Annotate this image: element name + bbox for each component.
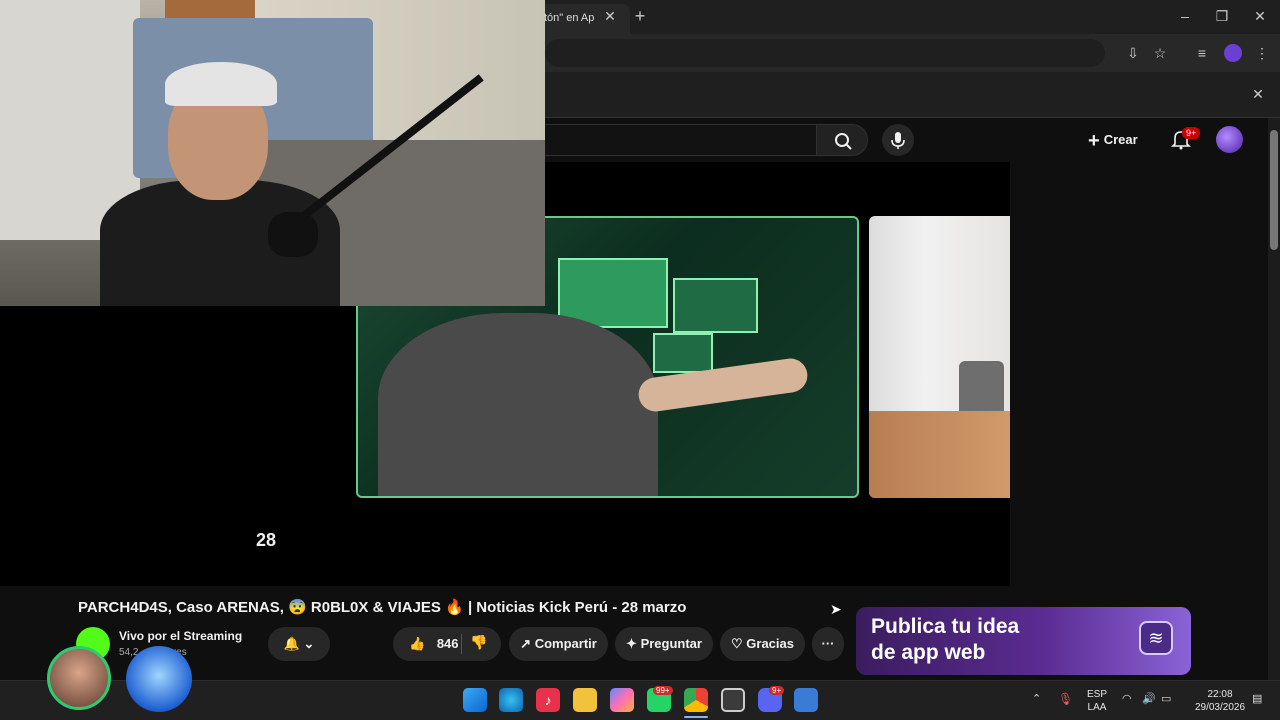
edge-icon[interactable] [499, 688, 523, 712]
ad-line-2: de app web [871, 641, 986, 664]
ask-label: Preguntar [640, 636, 702, 651]
like-count: 846 [436, 636, 459, 651]
streamer-photo-avatar [47, 646, 111, 710]
like-divider [461, 634, 462, 654]
language-code: ESP [1086, 689, 1107, 700]
thumbs-down-icon: 👎 [470, 634, 488, 650]
dislike-button[interactable]: 👎 [470, 634, 487, 651]
video-title: PARCH4D4S, Caso ARENAS, 😨 R0BL0X & VIAJE… [78, 599, 687, 616]
streamer-blue-avatar [126, 646, 192, 712]
person-figure [378, 313, 658, 496]
subscribe-bell-button[interactable]: 🔔 ⌄ [268, 627, 330, 661]
clock[interactable]: 22:08 29/03/2026 [1188, 688, 1252, 714]
channel-name[interactable]: Vivo por el Streaming [119, 629, 242, 643]
screen-graphic [653, 333, 713, 373]
address-bar[interactable] [545, 39, 1105, 67]
tray-chevron-up-icon[interactable]: ⌃ [1032, 692, 1041, 705]
create-label: Crear [1103, 132, 1138, 147]
microphone-figure [268, 212, 318, 257]
share-label: Compartir [534, 636, 597, 651]
minimize-button[interactable]: – [1175, 6, 1195, 26]
clock-date: 29/03/2026 [1194, 702, 1246, 713]
music-app-icon[interactable]: ♪ [536, 688, 560, 712]
infobar-close-icon[interactable]: ✕ [1248, 84, 1268, 104]
install-app-icon[interactable]: ⇩ [1123, 43, 1143, 63]
copilot-icon[interactable] [610, 688, 634, 712]
keyboard-layout: LAA [1087, 702, 1107, 713]
new-tab-button[interactable]: + [630, 6, 650, 26]
scrollbar-thumb[interactable] [1270, 130, 1278, 250]
person-cap [165, 62, 277, 106]
volume-icon[interactable]: 🔊 [1142, 692, 1156, 705]
media-control-icon[interactable]: ≡ [1192, 43, 1212, 63]
chevron-down-icon: ⌄ [303, 636, 315, 651]
ask-button[interactable]: ✦ Preguntar [615, 627, 713, 661]
search-input[interactable] [540, 124, 816, 156]
thanks-label: Gracias [746, 636, 794, 651]
obs-icon[interactable] [721, 688, 745, 712]
video-overlay-number: 28 [256, 530, 277, 550]
right-sidebar [1010, 162, 1268, 586]
maximize-button[interactable]: ❐ [1212, 6, 1232, 26]
search-button[interactable] [816, 124, 868, 156]
tab-close-icon[interactable]: ✕ [600, 6, 620, 26]
create-button[interactable]: + Crear [1088, 126, 1154, 154]
bookmark-star-icon[interactable]: ☆ [1150, 43, 1170, 63]
more-actions-button[interactable]: ··· [812, 627, 844, 661]
thumbs-up-icon: 👍 [409, 636, 426, 651]
mouse-cursor-icon: ➤ [830, 601, 842, 617]
notification-badge: 9+ [1182, 127, 1201, 139]
ad-app-icon: ≋ [1139, 621, 1173, 655]
profile-avatar[interactable] [1224, 44, 1242, 62]
plus-icon: + [1088, 130, 1100, 152]
microphone-icon [891, 132, 905, 149]
wifi-icon[interactable]: ◠ [1122, 692, 1132, 705]
search-icon [835, 133, 852, 150]
video-room-panel [869, 216, 1010, 498]
notification-center-icon[interactable]: ▤ [1252, 692, 1262, 705]
wooden-floor [869, 411, 1010, 498]
voice-search-button[interactable] [882, 124, 914, 156]
tab-title: tón" en Ap [544, 12, 595, 24]
discord-badge: 9+ [769, 686, 785, 695]
bell-icon: 🔔 [283, 636, 300, 651]
close-window-button[interactable]: ✕ [1250, 6, 1270, 26]
ad-banner[interactable]: Publica tu idea de app web ≋ [856, 607, 1191, 675]
share-icon: ↗ [520, 636, 532, 651]
screen-graphic [673, 278, 758, 333]
share-button[interactable]: ↗ Compartir [509, 627, 608, 661]
chrome-icon[interactable] [684, 688, 708, 712]
chrome-active-indicator [684, 716, 708, 718]
start-icon[interactable] [463, 688, 487, 712]
battery-icon[interactable]: ▭ [1161, 692, 1171, 705]
clock-time: 22:08 [1207, 689, 1233, 700]
heart-dollar-icon: ♡ [731, 636, 743, 651]
roblox-icon[interactable] [794, 688, 818, 712]
chrome-menu-icon[interactable]: ⋮ [1252, 43, 1272, 63]
ad-line-1: Publica tu idea [871, 615, 1020, 638]
page-scrollbar[interactable] [1268, 118, 1280, 680]
language-indicator[interactable]: ESP LAA [1084, 688, 1110, 714]
whatsapp-badge: 99+ [653, 686, 673, 695]
account-avatar[interactable] [1216, 126, 1243, 153]
mic-tray-icon[interactable]: 🎙 [1058, 692, 1073, 706]
webcam-overlay [0, 0, 545, 306]
sparkle-icon: ✦ [626, 636, 637, 651]
thanks-button[interactable]: ♡ Gracias [720, 627, 805, 661]
file-explorer-icon[interactable] [573, 688, 597, 712]
